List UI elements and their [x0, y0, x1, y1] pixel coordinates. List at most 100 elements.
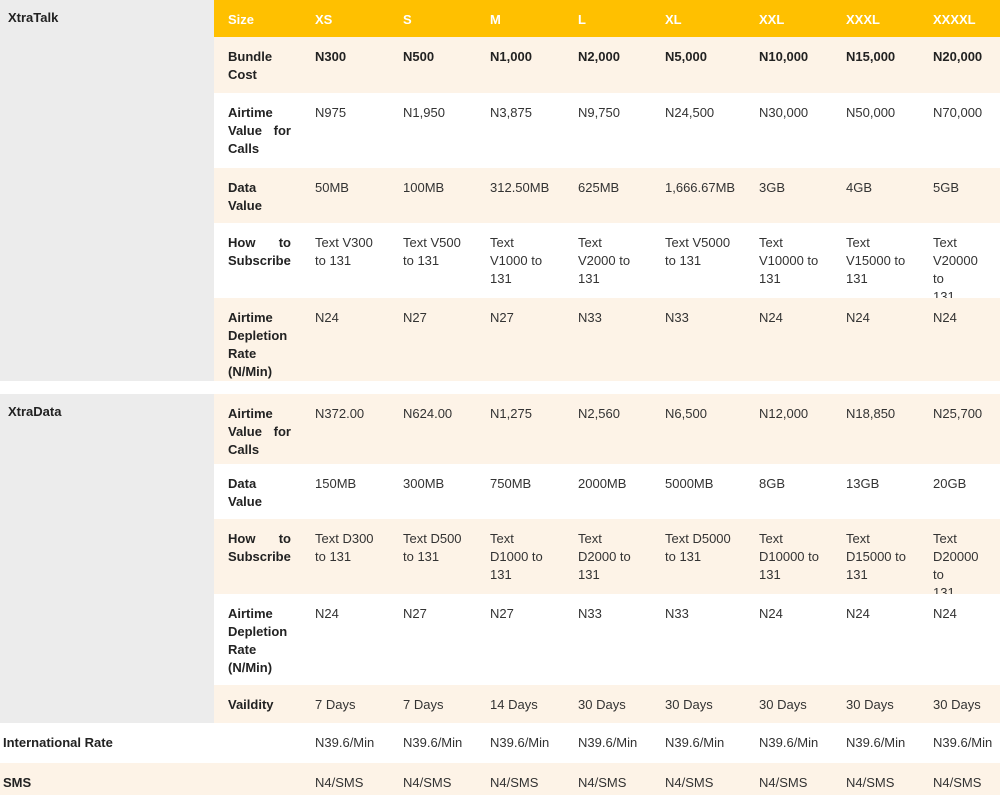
table-cell: N372.00 [301, 394, 389, 464]
row-label: How to Subscribe [214, 519, 301, 594]
table-cell: 30 Days [745, 685, 832, 723]
table-cell: N1,000 [476, 37, 564, 93]
table-cell: N70,000 [919, 93, 1000, 168]
table-cell: N9,750 [564, 93, 651, 168]
table-cell: 100MB [389, 168, 476, 223]
sms-rate-cell: N4/SMS [301, 763, 389, 795]
international-rate-cell: N39.6/Min [301, 723, 389, 763]
table-cell: Text D5000 to 131 [651, 519, 745, 594]
table-cell: Text D10000 to 131 [745, 519, 832, 594]
table-cell: N33 [651, 298, 745, 381]
table-cell: Text D15000 to 131 [832, 519, 919, 594]
row-label: Airtime Value for Calls [214, 93, 301, 168]
xtradata-section-label: XtraData [0, 394, 214, 723]
table-cell: 300MB [389, 464, 476, 519]
row-label: Data Value [214, 168, 301, 223]
xtradata-label: XtraData [8, 404, 62, 419]
row-label: Vaildity [214, 685, 301, 723]
table-cell: N33 [564, 298, 651, 381]
sms-rate-cell: N4/SMS [745, 763, 832, 795]
table-cell: 5000MB [651, 464, 745, 519]
international-rate-cell: N39.6/Min [919, 723, 1000, 763]
table-cell: 150MB [301, 464, 389, 519]
table-cell: N18,850 [832, 394, 919, 464]
table-cell: N24 [919, 298, 1000, 381]
table-cell: N300 [301, 37, 389, 93]
international-rate-cell: N39.6/Min [832, 723, 919, 763]
table-cell: 312.50MB [476, 168, 564, 223]
table-cell: N12,000 [745, 394, 832, 464]
table-cell: N10,000 [745, 37, 832, 93]
table-cell: 14 Days [476, 685, 564, 723]
table-cell: 50MB [301, 168, 389, 223]
table-cell: Text D300 to 131 [301, 519, 389, 594]
table-cell: Text V15000 to 131 [832, 223, 919, 298]
size-header: Size [214, 0, 301, 37]
table-cell: N24,500 [651, 93, 745, 168]
table-cell: Text V10000 to 131 [745, 223, 832, 298]
size-column-header: L [564, 0, 651, 37]
table-cell: Text V1000 to 131 [476, 223, 564, 298]
table-cell: N25,700 [919, 394, 1000, 464]
table-cell: N24 [919, 594, 1000, 685]
international-rate-cell: N39.6/Min [651, 723, 745, 763]
table-cell: N500 [389, 37, 476, 93]
xtratalk-section-label: XtraTalk [0, 0, 214, 381]
table-cell: Text D1000 to 131 [476, 519, 564, 594]
row-label: Airtime Depletion Rate (N/Min) [214, 594, 301, 685]
table-cell: 625MB [564, 168, 651, 223]
row-label: Airtime Depletion Rate (N/Min) [214, 298, 301, 381]
table-cell: 3GB [745, 168, 832, 223]
table-cell: 7 Days [389, 685, 476, 723]
sms-rate-cell: N4/SMS [651, 763, 745, 795]
size-column-header: M [476, 0, 564, 37]
table-cell: N33 [651, 594, 745, 685]
table-cell: N6,500 [651, 394, 745, 464]
table-cell: N975 [301, 93, 389, 168]
table-cell: Text V500 to 131 [389, 223, 476, 298]
table-cell: N2,000 [564, 37, 651, 93]
table-cell: Text V2000 to 131 [564, 223, 651, 298]
table-cell: N24 [301, 594, 389, 685]
table-cell: Text D20000 to 131 [919, 519, 1000, 600]
table-cell: 4GB [832, 168, 919, 223]
table-cell: N3,875 [476, 93, 564, 168]
table-cell: N5,000 [651, 37, 745, 93]
table-cell: N1,950 [389, 93, 476, 168]
table-cell: 8GB [745, 464, 832, 519]
table-cell: N24 [832, 298, 919, 381]
size-column-header: XXL [745, 0, 832, 37]
row-label: Bundle Cost [214, 37, 301, 93]
table-cell: N27 [389, 594, 476, 685]
table-cell: N20,000 [919, 37, 1000, 93]
sms-rate-cell: N4/SMS [476, 763, 564, 795]
table-cell: 2000MB [564, 464, 651, 519]
table-cell: 30 Days [832, 685, 919, 723]
xtratalk-label: XtraTalk [8, 10, 59, 25]
table-cell: N24 [745, 298, 832, 381]
table-cell: 13GB [832, 464, 919, 519]
table-cell: N624.00 [389, 394, 476, 464]
sms-label: SMS [0, 763, 301, 795]
size-column-header: XL [651, 0, 745, 37]
table-cell: N50,000 [832, 93, 919, 168]
table-cell: N27 [389, 298, 476, 381]
international-rate-cell: N39.6/Min [476, 723, 564, 763]
table-cell: 7 Days [301, 685, 389, 723]
table-cell: 30 Days [919, 685, 1000, 723]
size-column-header: S [389, 0, 476, 37]
table-cell: N24 [301, 298, 389, 381]
international-rate-label: International Rate [0, 723, 301, 763]
table-cell: N24 [745, 594, 832, 685]
table-cell: N15,000 [832, 37, 919, 93]
table-cell: Text V20000 to 131 [919, 223, 1000, 304]
table-cell: 750MB [476, 464, 564, 519]
table-cell: Text V5000 to 131 [651, 223, 745, 298]
size-column-header: XXXL [832, 0, 919, 37]
sms-rate-cell: N4/SMS [389, 763, 476, 795]
table-cell: 1,666.67MB [651, 168, 745, 223]
table-cell: N24 [832, 594, 919, 685]
table-cell: N27 [476, 298, 564, 381]
table-cell: Text D2000 to 131 [564, 519, 651, 594]
table-cell: N27 [476, 594, 564, 685]
